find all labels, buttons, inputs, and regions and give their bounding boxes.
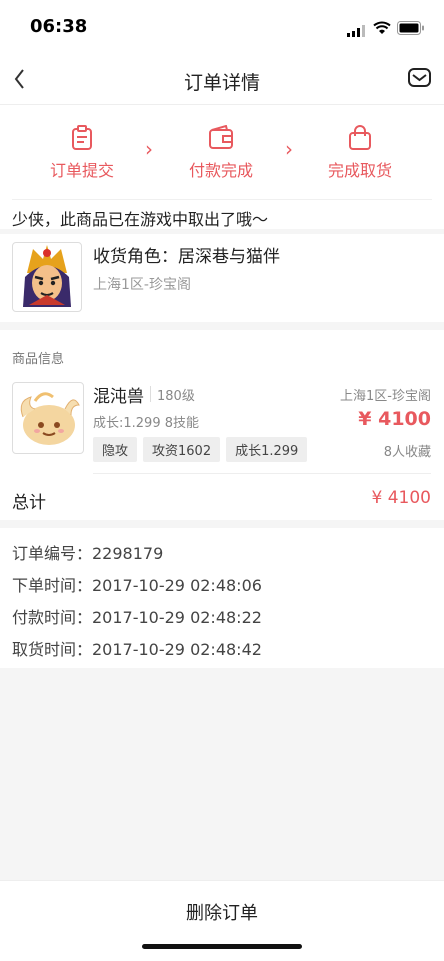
section-title: 商品信息: [12, 352, 65, 367]
bag-icon: [349, 125, 371, 150]
chevron-right-icon: ›: [145, 137, 153, 161]
tag-item: 隐攻: [93, 437, 138, 462]
goods-price: ¥ 4100: [358, 408, 431, 430]
step-label: 付款完成: [188, 161, 253, 180]
home-indicator[interactable]: [142, 944, 302, 949]
step-label: 订单提交: [49, 161, 114, 180]
goods-image[interactable]: [12, 382, 84, 454]
wallet-icon: [209, 125, 233, 149]
wifi-icon: [373, 20, 391, 39]
signal-icon: [347, 22, 367, 41]
mail-icon: [408, 68, 431, 87]
step-pickup-complete: 完成取货: [305, 125, 415, 181]
goods-server: 上海1区-珍宝阁: [340, 389, 431, 404]
total-label: 总计: [12, 493, 46, 513]
message-button[interactable]: [407, 67, 433, 91]
nav-bar: 订单详情: [0, 54, 444, 105]
goods-level: 180级: [157, 389, 195, 404]
divider: [150, 386, 151, 402]
status-bar: 06:38: [0, 0, 444, 54]
favorites-count: 8人收藏: [383, 445, 431, 460]
battery-icon: [397, 20, 425, 39]
goods-growth-skills: 成长:1.299 8技能: [93, 416, 199, 431]
goods-name: 混沌兽: [93, 387, 144, 407]
pickup-notice: 少侠，此商品已在游戏中取出了哦～: [0, 193, 444, 229]
notice-text: 少侠，此商品已在游戏中取出了哦～: [12, 199, 432, 230]
goods-tags: 隐攻 攻资1602 成长1.299: [93, 437, 313, 462]
role-title: 收货角色：居深巷与猫伴: [93, 247, 280, 267]
pickup-time: 取货时间：2017-10-29 02:48:42: [12, 640, 262, 659]
step-order-submitted: 订单提交: [27, 125, 137, 181]
goods-info-card: 商品信息 混沌兽 180级 上海1区-珍宝阁 成长:1.299 8技能 ¥ 41…: [0, 330, 444, 520]
chevron-right-icon: ›: [285, 137, 293, 161]
character-portrait-image: [23, 245, 71, 307]
clipboard-icon: [72, 125, 92, 150]
payment-time: 付款时间：2017-10-29 02:48:22: [12, 608, 262, 627]
total-value: ¥ 4100: [371, 488, 431, 508]
order-time: 下单时间：2017-10-29 02:48:06: [12, 576, 262, 595]
role-avatar: [12, 242, 82, 312]
order-info-card: 订单编号：2298179 下单时间：2017-10-29 02:48:06 付款…: [0, 528, 444, 668]
tag-item: 攻资1602: [143, 437, 221, 462]
order-progress: 订单提交 › 付款完成 › 完成取货: [0, 105, 444, 193]
divider: [93, 473, 431, 474]
receiving-role-card: 收货角色：居深巷与猫伴 上海1区-珍宝阁: [0, 234, 444, 322]
pet-image: [20, 392, 80, 445]
role-server: 上海1区-珍宝阁: [93, 277, 191, 293]
status-time: 06:38: [30, 16, 88, 37]
order-number: 订单编号：2298179: [12, 544, 164, 563]
step-payment-complete: 付款完成: [166, 125, 276, 181]
step-label: 完成取货: [327, 161, 392, 180]
tag-item: 成长1.299: [226, 437, 308, 462]
delete-order-button[interactable]: 删除订单: [0, 899, 444, 925]
page-title: 订单详情: [183, 72, 260, 94]
